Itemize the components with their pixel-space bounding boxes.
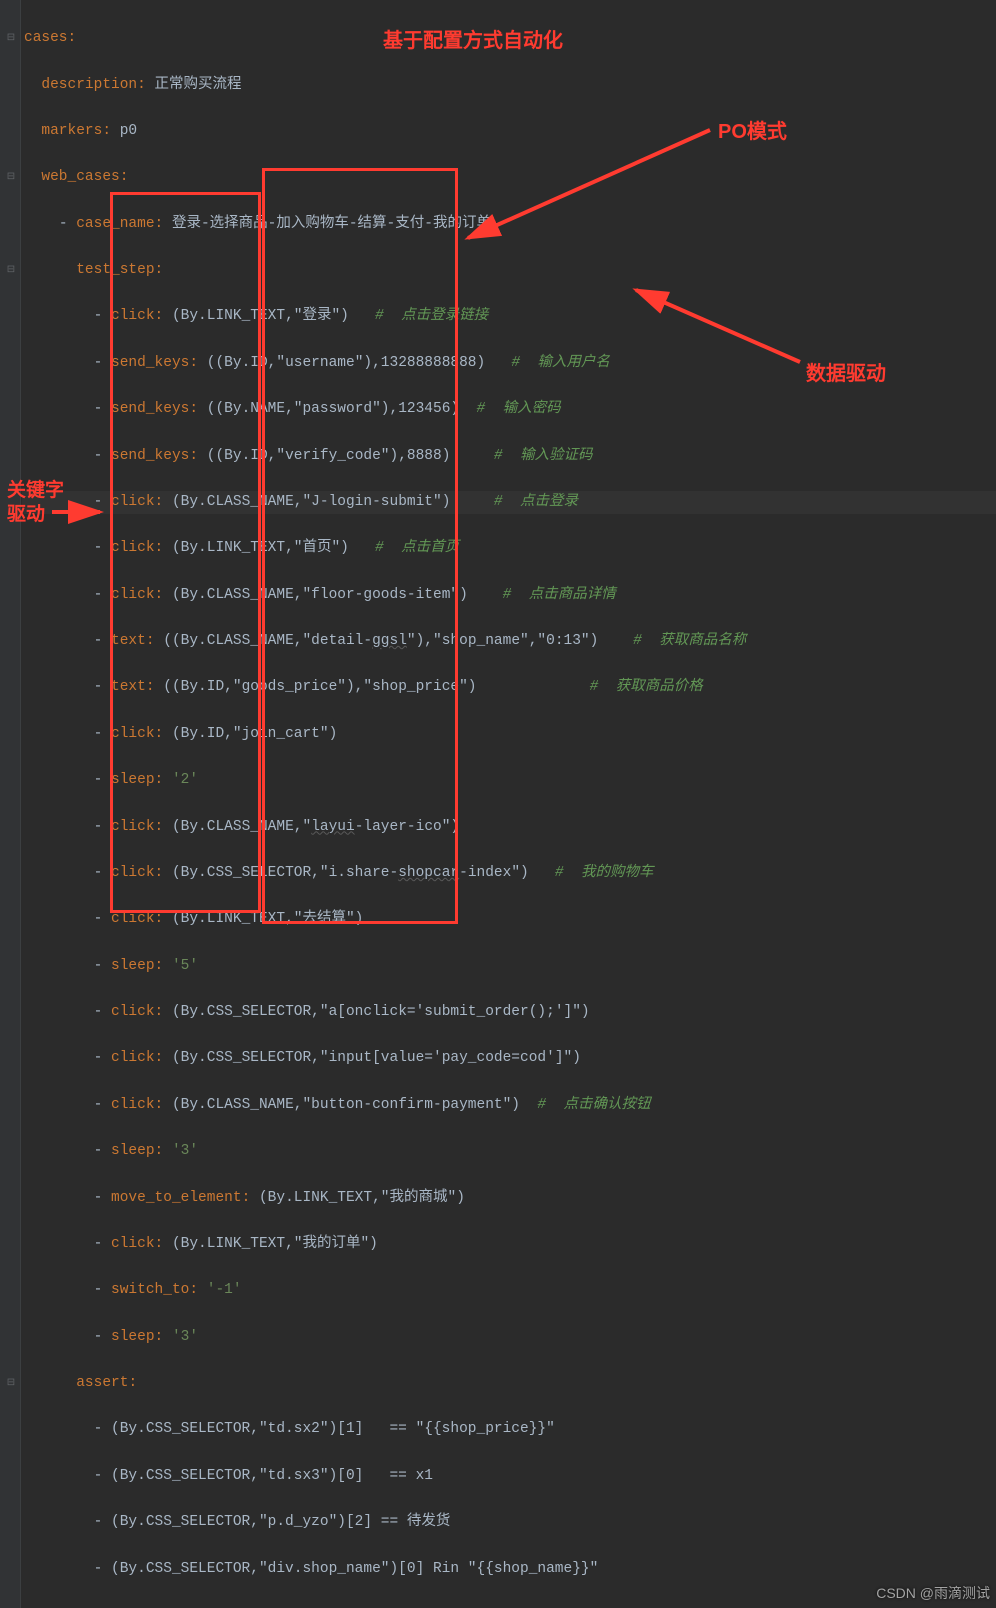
comment: # 我的购物车 [555, 865, 654, 881]
comment: # 点击登录链接 [375, 308, 488, 324]
yaml-key: description [41, 77, 137, 93]
step-key: sleep [111, 1143, 155, 1159]
annotation-config: 基于配置方式自动化 [383, 25, 563, 57]
step-value: (By.CLASS_NAME,"J-login-submit") [172, 494, 450, 510]
step-key: click [111, 1050, 155, 1066]
comment: # 点击首页 [375, 540, 459, 556]
step-value: '-1' [207, 1282, 242, 1298]
step-key: text [111, 633, 146, 649]
step-key: text [111, 679, 146, 695]
yaml-value: p0 [120, 123, 137, 139]
comment: # 输入密码 [477, 401, 561, 417]
assert-value: (By.CSS_SELECTOR,"td.sx2")[1] == "{{shop… [111, 1421, 555, 1437]
step-key: sleep [111, 772, 155, 788]
comment: # 点击确认按钮 [537, 1097, 650, 1113]
step-value: ((By.ID,"verify_code"),8888) [207, 448, 451, 464]
step-value: (By.CSS_SELECTOR,"input[value='pay_code=… [172, 1050, 581, 1066]
step-key: send_keys [111, 401, 189, 417]
fold-icon[interactable]: ⊟ [4, 1376, 18, 1390]
yaml-key: markers [41, 123, 102, 139]
step-value: ((By.ID,"goods_price"),"shop_price") [163, 679, 476, 695]
step-value: (By.CLASS_NAME,"floor-goods-item") [172, 587, 468, 603]
comment: # 获取商品名称 [633, 633, 746, 649]
assert-value: (By.CSS_SELECTOR,"div.shop_name")[0] Rin… [111, 1561, 598, 1577]
step-key: click [111, 494, 155, 510]
step-key: click [111, 308, 155, 324]
step-value: (By.LINK_TEXT,"首页") [172, 540, 349, 556]
step-value: (By.LINK_TEXT,"去结算") [172, 911, 363, 927]
step-value: (By.LINK_TEXT,"登录") [172, 308, 349, 324]
step-value: (By.CSS_SELECTOR,"a[onclick='submit_orde… [172, 1004, 590, 1020]
annotation-keyword-l2: 驱动 [7, 500, 45, 530]
step-key: send_keys [111, 448, 189, 464]
watermark: CSDN @雨滴测试 [876, 1582, 990, 1604]
fold-icon[interactable]: ⊟ [4, 263, 18, 277]
fold-icon[interactable]: ⊟ [4, 170, 18, 184]
step-key: click [111, 819, 155, 835]
assert-value: (By.CSS_SELECTOR,"p.d_yzo")[2] == 待发货 [111, 1514, 450, 1530]
step-value: (By.LINK_TEXT,"我的订单") [172, 1236, 378, 1252]
step-value: '3' [172, 1329, 198, 1345]
step-value: (By.CLASS_NAME,"button-confirm-payment") [172, 1097, 520, 1113]
yaml-key: cases [24, 30, 68, 46]
step-value: '2' [172, 772, 198, 788]
step-key: send_keys [111, 355, 189, 371]
comment: # 点击商品详情 [503, 587, 616, 603]
step-key: click [111, 540, 155, 556]
step-key: click [111, 587, 155, 603]
assert-value: (By.CSS_SELECTOR,"td.sx3")[0] == x1 [111, 1468, 433, 1484]
yaml-value: 正常购买流程 [155, 77, 242, 93]
yaml-key: assert [76, 1375, 128, 1391]
step-key: sleep [111, 1329, 155, 1345]
yaml-key: case_name [76, 216, 154, 232]
step-key: switch_to [111, 1282, 189, 1298]
step-value: (By.CSS_SELECTOR,"i.share- [172, 865, 398, 881]
step-value: ((By.NAME,"password"),123456) [207, 401, 459, 417]
yaml-value: 登录-选择商品-加入购物车-结算-支付-我的订单 [172, 216, 491, 232]
step-value: (By.ID,"join_cart") [172, 726, 337, 742]
annotation-data: 数据驱动 [806, 358, 886, 390]
step-value: (By.LINK_TEXT,"我的商城") [259, 1190, 465, 1206]
fold-icon[interactable]: ⊟ [4, 31, 18, 45]
step-value: (By.CLASS_NAME," [172, 819, 311, 835]
step-value: '5' [172, 958, 198, 974]
step-key: click [111, 911, 155, 927]
code-editor[interactable]: ⊟cases: description: 正常购买流程 markers: p0 … [0, 0, 996, 1608]
comment: # 输入用户名 [511, 355, 610, 371]
step-key: sleep [111, 958, 155, 974]
step-value: '3' [172, 1143, 198, 1159]
comment: # 获取商品价格 [590, 679, 703, 695]
step-key: click [111, 865, 155, 881]
comment: # 点击登录 [494, 494, 578, 510]
step-key: click [111, 1004, 155, 1020]
step-key: click [111, 1236, 155, 1252]
annotation-po: PO模式 [718, 116, 787, 148]
comment: # 输入验证码 [494, 448, 593, 464]
step-value: ((By.CLASS_NAME,"detail- [163, 633, 372, 649]
yaml-key: test_step [76, 262, 154, 278]
yaml-key: web_cases [41, 169, 119, 185]
step-key: click [111, 726, 155, 742]
step-value: ((By.ID,"username"),13288888888) [207, 355, 485, 371]
step-key: move_to_element [111, 1190, 242, 1206]
step-key: click [111, 1097, 155, 1113]
